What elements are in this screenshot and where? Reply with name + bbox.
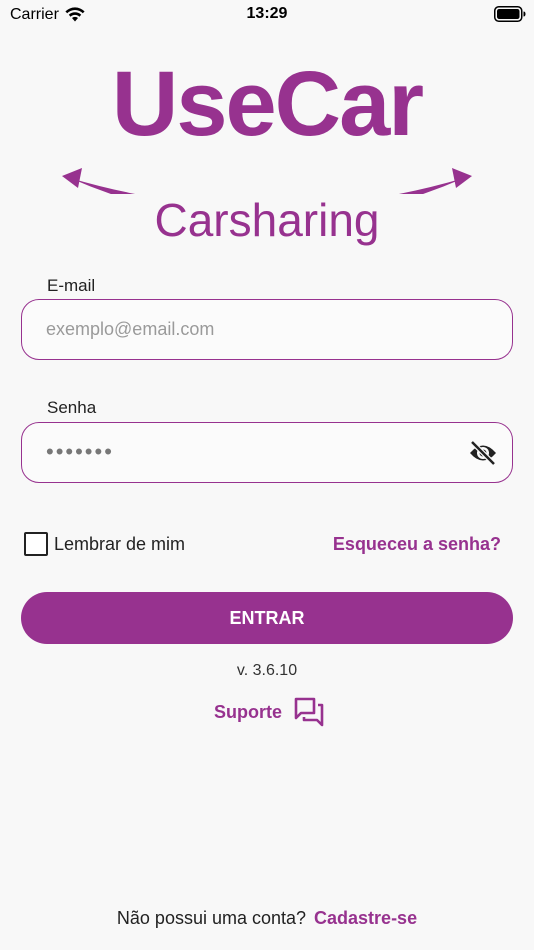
support-label: Suporte — [214, 701, 283, 722]
password-label: Senha — [47, 398, 97, 417]
email-field[interactable] — [46, 300, 466, 358]
email-field-container — [21, 299, 513, 360]
support-link[interactable]: Suporte — [214, 696, 324, 728]
forgot-password-link[interactable]: Esqueceu a senha? — [333, 534, 501, 555]
remember-me-checkbox[interactable] — [24, 532, 48, 556]
remember-me-toggle[interactable]: Lembrar de mim — [24, 531, 185, 557]
email-label: E-mail — [47, 276, 96, 295]
password-field[interactable] — [46, 423, 466, 481]
signup-prompt: Não possui uma conta? — [116, 908, 307, 928]
signup-link[interactable]: Cadastre-se — [314, 908, 417, 928]
app-version: v. 3.6.10 — [236, 662, 298, 679]
remember-me-label: Lembrar de mim — [54, 533, 186, 554]
wifi-icon — [65, 7, 85, 22]
login-button[interactable]: ENTRAR — [21, 592, 513, 644]
password-field-container — [21, 422, 513, 483]
logo-tagline: Carsharing — [154, 194, 380, 246]
app-logo: UseCar Carsharing — [60, 58, 474, 248]
eye-off-icon[interactable] — [468, 439, 498, 467]
battery-icon — [494, 6, 526, 22]
status-bar: Carrier 13:29 — [0, 0, 534, 30]
signup-footer: Não possui uma conta? Cadastre-se — [0, 908, 534, 929]
logo-smile-arrow — [62, 168, 472, 194]
carrier-label: Carrier — [10, 6, 59, 23]
chat-bubbles-icon — [294, 697, 324, 727]
